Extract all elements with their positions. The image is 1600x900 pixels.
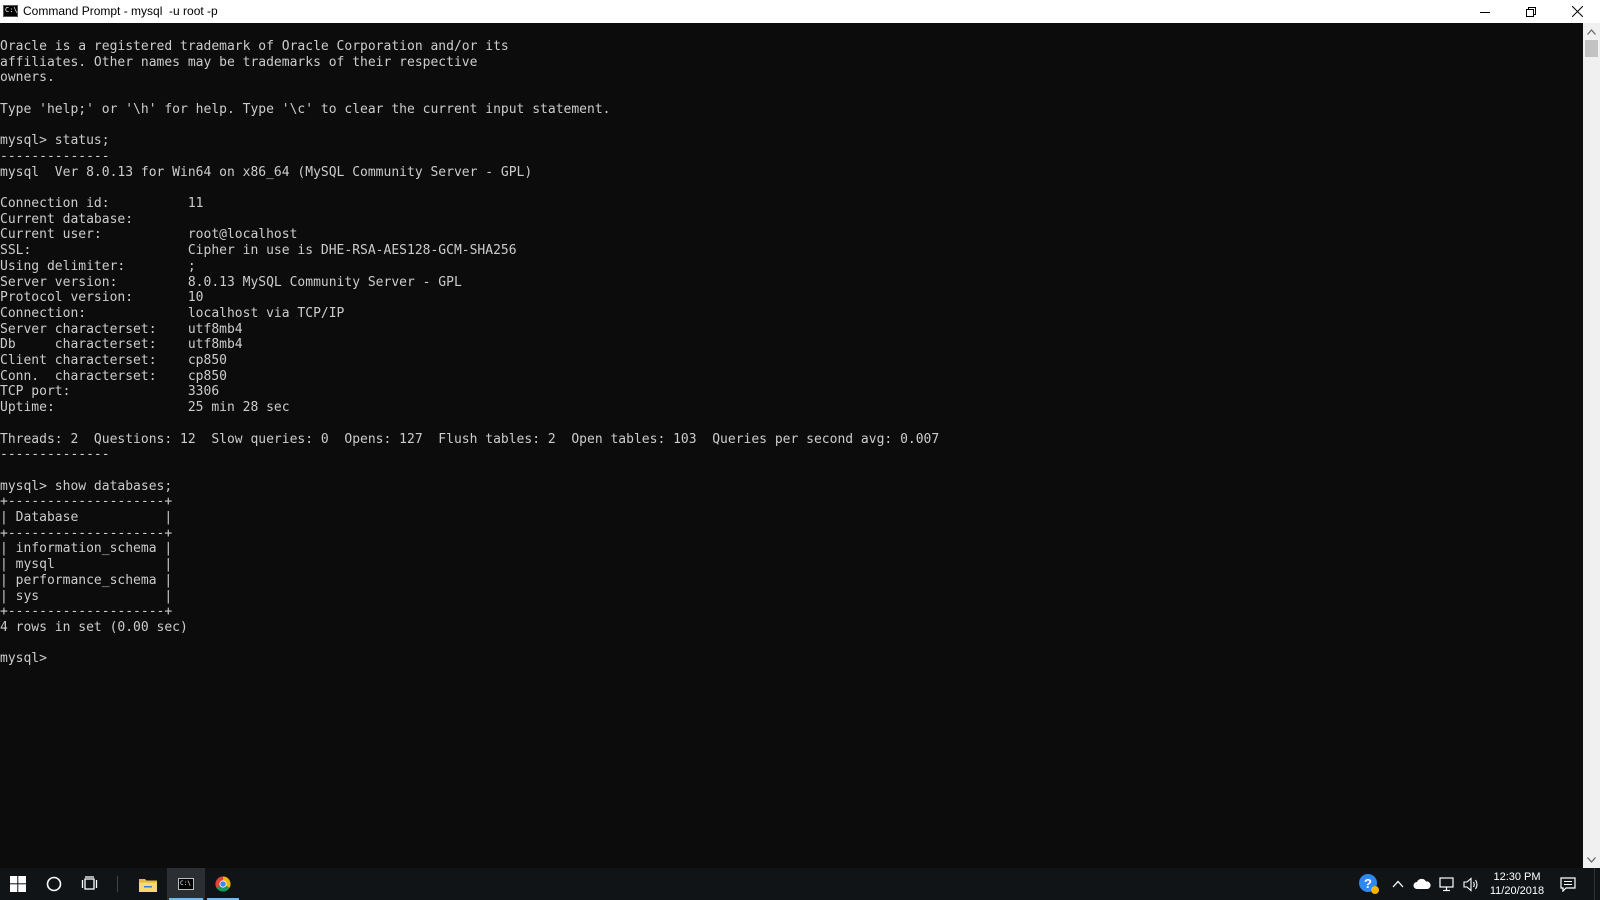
console-line: Protocol version: 10 [0, 290, 204, 306]
console-line: | mysql | [0, 557, 173, 573]
start-button[interactable] [0, 868, 36, 900]
console-line: +--------------------+ [0, 604, 173, 620]
cmd-icon: C:\ [178, 878, 194, 890]
restore-button[interactable] [1508, 0, 1554, 23]
notification-icon [1560, 876, 1576, 892]
clock-time: 12:30 PM [1493, 871, 1541, 883]
command-prompt-window: C:\ Command Prompt - mysql -u root -p Or… [0, 0, 1600, 868]
action-center-button[interactable] [1556, 868, 1580, 900]
console-line: Connection: localhost via TCP/IP [0, 305, 345, 321]
svg-text:?: ? [1364, 876, 1372, 891]
console-output[interactable]: Oracle is a registered trademark of Orac… [0, 23, 1583, 868]
minimize-icon [1480, 11, 1490, 13]
chrome-icon [215, 876, 231, 892]
minimize-button[interactable] [1462, 0, 1508, 23]
volume-icon [1462, 876, 1478, 892]
console-line: Current database: [0, 211, 134, 227]
console-line: Current user: root@localhost [0, 227, 298, 243]
scroll-up-button[interactable] [1583, 23, 1600, 40]
cortana-search-button[interactable] [36, 868, 72, 900]
console-line: -------------- [0, 447, 110, 463]
folder-icon [139, 878, 157, 892]
console-line: Uptime: 25 min 28 sec [0, 400, 290, 416]
console-line: Server characterset: utf8mb4 [0, 321, 243, 337]
console-line: Type 'help;' or '\h' for help. Type '\c'… [0, 101, 611, 117]
network-icon [1438, 876, 1454, 891]
help-icon: ? [1359, 874, 1379, 894]
tray-help[interactable]: ? [1357, 868, 1381, 900]
tray-volume[interactable] [1460, 868, 1482, 900]
console-line: | sys | [0, 588, 173, 604]
console-line: Client characterset: cp850 [0, 353, 227, 368]
console-line: affiliates. Other names may be trademark… [0, 54, 478, 70]
taskbar-chrome[interactable] [205, 868, 241, 900]
scroll-down-button[interactable] [1583, 851, 1600, 868]
console-line: mysql> [0, 651, 47, 667]
console-line: mysql> status; [0, 133, 110, 149]
cloud-icon [1413, 878, 1431, 889]
taskbar-file-explorer[interactable] [130, 868, 166, 900]
cortana-circle-icon [46, 876, 62, 892]
console-line: +--------------------+ [0, 494, 173, 510]
task-view-button[interactable] [72, 868, 108, 900]
console-line: | information_schema | [0, 541, 173, 557]
tray-onedrive[interactable] [1410, 868, 1434, 900]
restore-icon [1526, 6, 1536, 17]
console-line: Using delimiter: ; [0, 258, 196, 274]
taskbar-separator [117, 876, 118, 892]
console-line: mysql> show databases; [0, 478, 173, 494]
cmd-icon-text: C:\ [180, 880, 191, 887]
cmd-app-icon-text: C:\ [5, 6, 18, 14]
console-line: owners. [0, 70, 55, 86]
console-line: Db characterset: utf8mb4 [0, 337, 243, 353]
title-bar[interactable]: C:\ Command Prompt - mysql -u root -p [0, 0, 1600, 23]
close-button[interactable] [1554, 0, 1600, 23]
console-line: Server version: 8.0.13 MySQL Community S… [0, 274, 462, 290]
chevron-up-icon [1587, 28, 1596, 35]
taskbar-command-prompt[interactable]: C:\ [167, 868, 205, 900]
console-line: +--------------------+ [0, 525, 173, 541]
chevron-down-icon [1587, 856, 1596, 863]
tray-network[interactable] [1436, 868, 1458, 900]
vertical-scrollbar[interactable] [1583, 23, 1600, 868]
console-line: SSL: Cipher in use is DHE-RSA-AES128-GCM… [0, 243, 517, 259]
console-line: TCP port: 3306 [0, 384, 220, 400]
console-line: Connection id: 11 [0, 196, 204, 211]
console-line: | Database | [0, 510, 173, 525]
close-icon [1571, 6, 1583, 17]
clock-date: 11/20/2018 [1489, 885, 1545, 897]
console-line: Threads: 2 Questions: 12 Slow queries: 0… [0, 431, 940, 447]
console-line: Conn. characterset: cp850 [0, 368, 227, 384]
console-line: Oracle is a registered trademark of Orac… [0, 39, 509, 54]
console-line: -------------- [0, 148, 110, 164]
console-line: 4 rows in set (0.00 sec) [0, 619, 188, 635]
show-desktop-button[interactable] [1594, 868, 1600, 900]
windows-logo-icon [10, 876, 26, 892]
scrollbar-thumb[interactable] [1585, 40, 1598, 57]
task-view-icon [81, 876, 98, 890]
window-title: Command Prompt - mysql -u root -p [23, 4, 218, 18]
chevron-up-icon [1392, 880, 1404, 888]
show-hidden-icons-button[interactable] [1388, 868, 1408, 900]
taskbar: C:\ ? 12:30 PM 11/20/2018 [0, 868, 1600, 900]
taskbar-clock[interactable]: 12:30 PM 11/20/2018 [1484, 870, 1550, 898]
console-line: mysql Ver 8.0.13 for Win64 on x86_64 (My… [0, 164, 533, 180]
cmd-app-icon[interactable]: C:\ [3, 5, 18, 17]
console-line: | performance_schema | [0, 572, 173, 588]
